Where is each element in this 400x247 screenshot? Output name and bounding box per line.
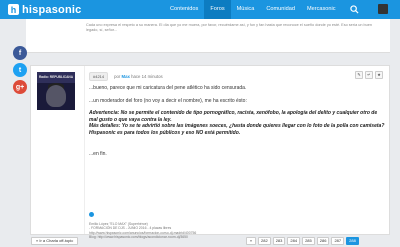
quoted-warning: Advertencia: No se permite el contenido … [89, 110, 385, 136]
previous-post-text: Cada uno expresa el respeto a su manera.… [86, 23, 372, 33]
post-by: por [114, 73, 121, 79]
post-header: #4214 por Max hace 14 minutos [89, 71, 163, 81]
nav-foros[interactable]: Foros [204, 0, 231, 19]
page-link[interactable]: 286 [316, 237, 330, 245]
post-signature: Emilio López "ELO MAX" (Superhéroe) - FO… [89, 212, 385, 240]
page-current[interactable]: 288 [346, 237, 359, 245]
previous-post: Cada uno expresa el respeto a su manera.… [26, 19, 390, 53]
page-first[interactable]: « [246, 237, 256, 245]
post-paragraph: ...bueno, parece que mi caricatura del p… [89, 85, 247, 91]
post-author-panel: Radio: REPUBLICANA 102.2 MHZ [31, 66, 85, 234]
post-body: ...bueno, parece que mi caricatura del p… [89, 85, 385, 163]
nav-contenidos[interactable]: Contenidos [164, 0, 204, 19]
post-author-link[interactable]: Max [122, 74, 130, 79]
post-meta: por Max hace 14 minutos [114, 74, 163, 79]
search-icon[interactable] [350, 5, 359, 14]
site-logo[interactable]: h hispasonic [8, 3, 81, 16]
pagination: « 282 283 284 285 286 287 288 [246, 237, 359, 245]
warning-line: Advertencia: No se permite el contenido … [89, 110, 378, 123]
author-avatar[interactable]: Radio: REPUBLICANA 102.2 MHZ [37, 72, 75, 110]
main-nav: Contenidos Foros Música Comunidad Mercas… [164, 0, 342, 19]
post-time: hace 14 minutos [131, 73, 163, 79]
back-to-forum-button[interactable]: « Ir a Charla off-topic [31, 237, 79, 245]
twitter-share-button[interactable]: t [13, 63, 27, 77]
reply-icon[interactable]: ↵ [365, 71, 373, 79]
page-link[interactable]: 285 [302, 237, 315, 245]
page-link[interactable]: 282 [258, 237, 271, 245]
post-number[interactable]: #4214 [89, 71, 109, 81]
post-paragraph: ...un moderador del foro (no voy a decir… [89, 97, 247, 104]
nav-musica[interactable]: Música [231, 0, 261, 19]
avatar-face [46, 85, 66, 107]
post-tools: ✎ ↵ ★ [355, 71, 383, 79]
favorite-icon[interactable]: ★ [375, 71, 383, 79]
page-link[interactable]: 287 [331, 237, 345, 245]
page-link[interactable]: 284 [287, 237, 301, 245]
edit-icon[interactable]: ✎ [355, 71, 363, 79]
logo-icon: h [8, 4, 19, 15]
forum-post: Radio: REPUBLICANA 102.2 MHZ #4214 por M… [30, 65, 390, 239]
googleplus-share-button[interactable]: g+ [13, 80, 27, 94]
top-navbar: h hispasonic Contenidos Foros Música Com… [0, 0, 400, 19]
warning-line: Más detalles: Yo se te advirtió sobre la… [89, 123, 385, 136]
globe-icon [89, 212, 94, 217]
user-avatar[interactable] [378, 4, 388, 14]
post-paragraph: ...en fin. [89, 150, 107, 157]
page-link[interactable]: 283 [272, 237, 286, 245]
nav-mercasonic[interactable]: Mercasonic [301, 0, 342, 19]
logo-text: hispasonic [22, 3, 82, 16]
nav-comunidad[interactable]: Comunidad [260, 0, 301, 19]
avatar-caption: Radio: REPUBLICANA 102.2 MHZ [37, 72, 75, 90]
facebook-share-button[interactable]: f [13, 46, 27, 60]
